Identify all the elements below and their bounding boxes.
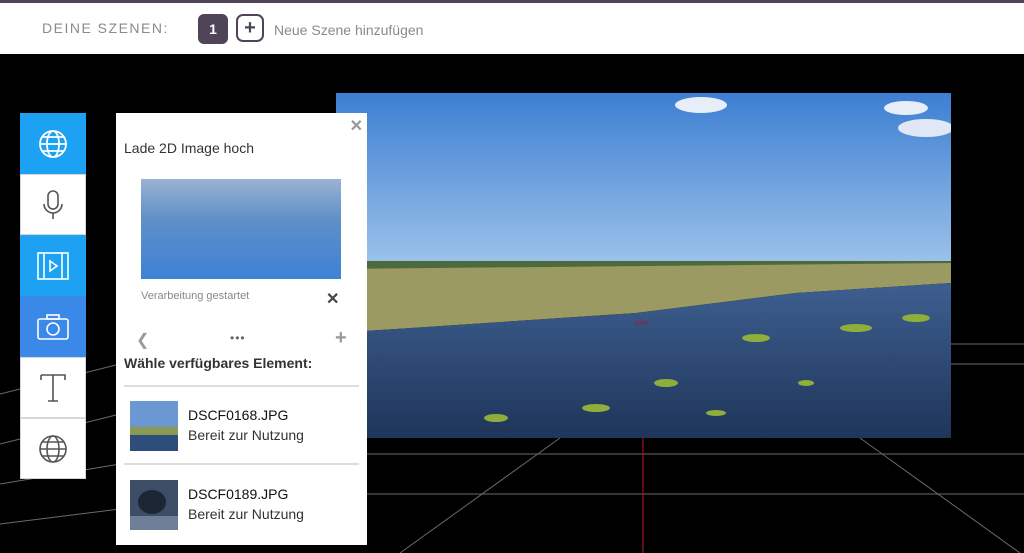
scenes-title: DEINE SZENEN:: [42, 20, 169, 36]
globe-icon: [39, 129, 67, 158]
audio-tool-button[interactable]: [20, 174, 86, 235]
globe-tool-button[interactable]: [20, 418, 86, 479]
file-name: DSCF0189.JPG: [188, 486, 289, 502]
axis-label: 10cm: [634, 321, 649, 327]
video-tool-button[interactable]: [20, 235, 86, 296]
file-status: Bereit zur Nutzung: [188, 506, 304, 522]
file-thumbnail: [130, 480, 178, 530]
image-tool-button[interactable]: [20, 296, 86, 357]
list-item[interactable]: DSCF0189.JPG Bereit zur Nutzung: [128, 480, 358, 532]
pager-dots: •••: [230, 331, 246, 345]
camera-icon: [37, 313, 69, 340]
add-scene-label[interactable]: Neue Szene hinzufügen: [274, 22, 423, 38]
close-icon[interactable]: ✕: [350, 116, 363, 136]
chevron-left-icon[interactable]: ❮: [136, 330, 149, 350]
file-status: Bereit zur Nutzung: [188, 427, 304, 443]
file-name: DSCF0168.JPG: [188, 407, 289, 423]
tool-sidebar: [20, 113, 86, 479]
scene-1-button[interactable]: 1: [198, 14, 228, 44]
globe-360-tool-button[interactable]: [20, 113, 86, 174]
divider: [124, 463, 359, 465]
list-item[interactable]: DSCF0168.JPG Bereit zur Nutzung: [128, 401, 358, 453]
microphone-icon: [43, 189, 63, 219]
globe-icon: [39, 434, 67, 463]
panel-heading: Lade 2D Image hoch: [124, 140, 254, 156]
image-upload-panel: ✕ Lade 2D Image hoch Verarbeitung gestar…: [116, 113, 367, 545]
text-t-icon: [40, 373, 66, 402]
remove-upload-icon[interactable]: ✕: [326, 289, 339, 309]
plus-icon: +: [244, 17, 256, 39]
add-element-icon[interactable]: +: [335, 327, 347, 350]
scenes-header: DEINE SZENEN: 1 + Neue Szene hinzufügen: [0, 0, 1024, 54]
upload-preview-image: [141, 179, 341, 279]
add-scene-button[interactable]: +: [236, 14, 264, 42]
film-icon: [37, 251, 69, 280]
upload-status: Verarbeitung gestartet: [141, 290, 250, 302]
text-tool-button[interactable]: [20, 357, 86, 418]
scene-image-everglades[interactable]: [336, 93, 951, 438]
file-thumbnail: [130, 401, 178, 451]
divider: [124, 385, 359, 387]
choose-element-label: Wähle verfügbares Element:: [124, 355, 313, 371]
